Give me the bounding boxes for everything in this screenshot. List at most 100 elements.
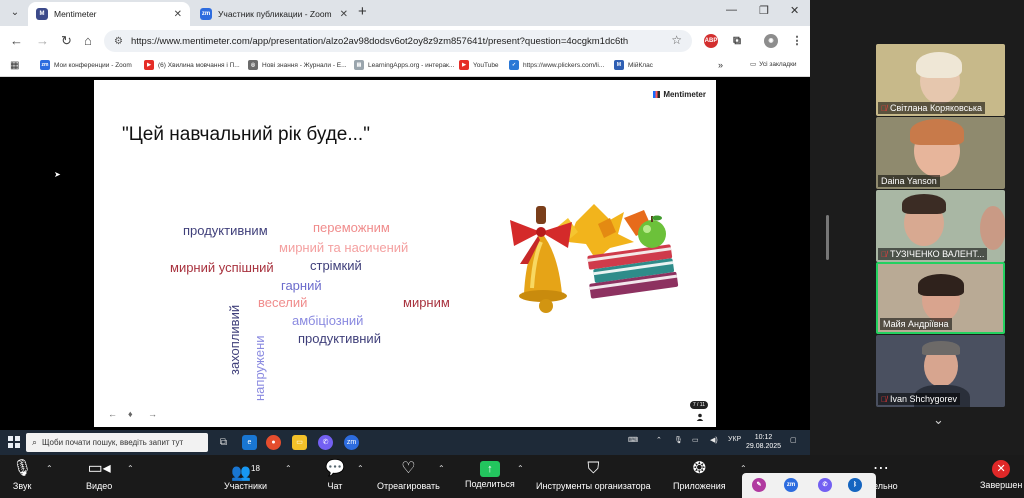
windows-taskbar: ⌕ Щоби почати пошук, введіть запит тут ⧉… <box>0 430 810 455</box>
adblock-extension-icon[interactable]: ABP <box>704 34 718 48</box>
browser-menu-icon[interactable]: ⋮ <box>790 34 804 48</box>
learningapps-favicon-icon: ▤ <box>354 60 364 70</box>
home-icon[interactable]: ⌂ <box>84 33 92 48</box>
bookmark-item[interactable]: ▶ YouTube <box>459 60 499 70</box>
apps-button[interactable]: ❂ Приложения <box>673 459 726 491</box>
word-cloud-entry: продуктивний <box>298 331 381 346</box>
next-slide-icon[interactable]: → <box>148 409 157 419</box>
tab-search-chevron-icon[interactable]: ⌄ <box>6 4 24 22</box>
video-button[interactable]: ▭◂ Видео <box>86 459 112 491</box>
gallery-scroll-down-icon[interactable]: ⌄ <box>933 412 944 428</box>
bookmark-item[interactable]: zm Мои конференции - Zoom <box>40 60 132 70</box>
close-tab-icon[interactable]: ✕ <box>340 9 348 20</box>
bookmark-star-icon[interactable]: ☆ <box>671 33 682 47</box>
participant-name: 🎙̸ Світлана Коряковська <box>878 102 986 114</box>
restore-icon[interactable]: ❐ <box>759 4 769 17</box>
chrome-app-icon[interactable]: ● <box>266 435 281 450</box>
audio-button[interactable]: 🎙 Звук <box>12 459 32 491</box>
zoom-favicon-icon: zm <box>200 8 212 20</box>
site-info-icon[interactable]: ⚙ <box>114 36 123 47</box>
participants-button[interactable]: 👥18 Участники <box>224 459 267 491</box>
bookmark-item[interactable]: ▶ (6) Хвилина мовчання і П... <box>144 60 240 70</box>
close-tab-icon[interactable]: ✕ <box>174 9 182 20</box>
participant-tile[interactable]: 🎙̸ Ivan Shchygorev <box>876 335 1005 407</box>
bookmark-item[interactable]: M МійКлас <box>614 60 653 70</box>
share-options-caret-icon[interactable]: ⌃ <box>517 464 524 473</box>
participant-name: Daina Yanson <box>878 175 940 187</box>
keyboard-language[interactable]: УКР <box>728 436 741 443</box>
mic-muted-icon: 🎙̸ <box>881 103 887 113</box>
edge-app-icon[interactable]: e <box>242 435 257 450</box>
zoom-app-icon[interactable]: zm <box>344 435 359 450</box>
chat-bubble-icon: 💬 <box>325 460 345 477</box>
chat-button[interactable]: 💬 Чат <box>325 459 345 491</box>
tab-mentimeter[interactable]: M Mentimeter ✕ <box>28 2 190 26</box>
host-tools-button[interactable]: ⛉ Инструменты организатора <box>536 459 651 491</box>
shared-screen: ⌄ M Mentimeter ✕ zm Участник публикации … <box>0 0 810 455</box>
video-options-caret-icon[interactable]: ⌃ <box>127 464 134 473</box>
split-view-handle[interactable] <box>826 215 829 260</box>
tray-chevron-up-icon[interactable]: ⌃ <box>656 436 662 444</box>
all-bookmarks-folder[interactable]: ▭ Усі закладки <box>750 60 797 69</box>
react-button[interactable]: ♡ Отреагировать <box>377 459 440 491</box>
back-icon[interactable]: ← <box>10 33 23 48</box>
end-call-x-icon: ✕ <box>992 460 1011 478</box>
tab-title: Участник публикации - Zoom <box>218 9 332 19</box>
minimize-icon[interactable]: — <box>726 4 737 16</box>
word-cloud-entry: мирним <box>403 295 450 310</box>
windows-start-icon[interactable] <box>8 436 20 448</box>
share-screen-button[interactable]: ↑ Поделиться <box>465 459 515 489</box>
participant-tile[interactable]: 🎙̸ Світлана Коряковська <box>876 44 1005 116</box>
shield-icon: ⛉ <box>587 460 600 477</box>
myclass-favicon-icon: M <box>614 60 624 70</box>
new-tab-icon[interactable]: + <box>358 3 367 20</box>
notifications-icon[interactable]: ▢ <box>790 436 797 444</box>
react-options-caret-icon[interactable]: ⌃ <box>438 464 445 473</box>
profile-avatar-icon[interactable]: ◉ <box>764 34 778 48</box>
taskbar-search-input[interactable]: ⌕ Щоби почати пошук, введіть запит тут <box>26 433 208 452</box>
apps-grid-icon[interactable]: ▦ <box>10 60 19 71</box>
pen-app-icon[interactable]: ✎ <box>752 478 766 492</box>
tray-volume-icon[interactable]: ◀) <box>710 436 718 444</box>
tray-mic-icon[interactable]: 🎙 <box>674 436 683 444</box>
tray-keyboard-icon[interactable]: ⌨ <box>628 436 638 444</box>
taskbar-clock[interactable]: 10:12 29.08.2025 <box>746 433 781 451</box>
viber-app-icon[interactable]: ✆ <box>818 478 832 492</box>
tab-zoom[interactable]: zm Участник публикации - Zoom ✕ <box>192 2 356 26</box>
microphone-icon: 🎙 <box>12 460 33 477</box>
tray-network-icon[interactable]: ▭ <box>692 436 699 444</box>
bluetooth-icon[interactable]: ᛒ <box>848 478 862 492</box>
floating-app-switcher[interactable]: ✎ zm ✆ ᛒ <box>742 473 876 498</box>
bookmark-item[interactable]: ✓ https://www.plickers.com/li... <box>509 60 604 70</box>
bookmark-item[interactable]: ▤ LearningApps.org - интерак... <box>354 60 454 70</box>
chat-options-caret-icon[interactable]: ⌃ <box>357 464 364 473</box>
extensions-puzzle-icon[interactable]: ⧉ <box>730 34 744 48</box>
mentimeter-favicon-icon: M <box>36 8 48 20</box>
apps-icon: ❂ <box>692 460 707 477</box>
participant-name: 🎙̸ Ivan Shchygorev <box>878 393 961 405</box>
end-meeting-button[interactable]: ✕ Завершен <box>980 459 1022 490</box>
zoom-favicon-icon: zm <box>40 60 50 70</box>
participant-tile[interactable]: 🎙̸ ТУЗІЧЕНКО ВАЛЕНТ... <box>876 190 1005 262</box>
reload-icon[interactable]: ↻ <box>61 33 72 49</box>
participants-options-caret-icon[interactable]: ⌃ <box>285 464 292 473</box>
file-explorer-icon[interactable]: ▭ <box>292 435 307 450</box>
participant-tile[interactable]: Daina Yanson <box>876 117 1005 189</box>
task-view-icon[interactable]: ⧉ <box>216 435 231 450</box>
more-bookmarks-icon[interactable]: » <box>718 60 723 70</box>
zoom-app-icon[interactable]: zm <box>784 478 798 492</box>
bookmark-item[interactable]: ◎ Нові знання - Журнали - Е... <box>248 60 347 70</box>
prev-slide-icon[interactable]: ← <box>108 409 117 419</box>
participant-tile-active-speaker[interactable]: Майя Андріївна <box>876 262 1005 334</box>
forward-icon[interactable]: → <box>36 33 49 48</box>
apps-options-caret-icon[interactable]: ⌃ <box>740 464 747 473</box>
slide-question: "Цей навчальний рік буде..." <box>122 124 370 145</box>
mic-muted-icon: 🎙̸ <box>881 394 887 404</box>
hint-bulb-icon[interactable]: ♦ <box>128 409 133 419</box>
viber-app-icon[interactable]: ✆ <box>318 435 333 450</box>
address-bar[interactable]: ⚙ https://www.mentimeter.com/app/present… <box>104 30 692 52</box>
close-window-icon[interactable]: ✕ <box>790 4 799 17</box>
word-cloud-entry: мирний успішний <box>170 260 274 275</box>
page-content: ➤ Mentimeter "Цей навчальний рік буде...… <box>0 77 810 430</box>
audio-options-caret-icon[interactable]: ⌃ <box>46 464 53 473</box>
